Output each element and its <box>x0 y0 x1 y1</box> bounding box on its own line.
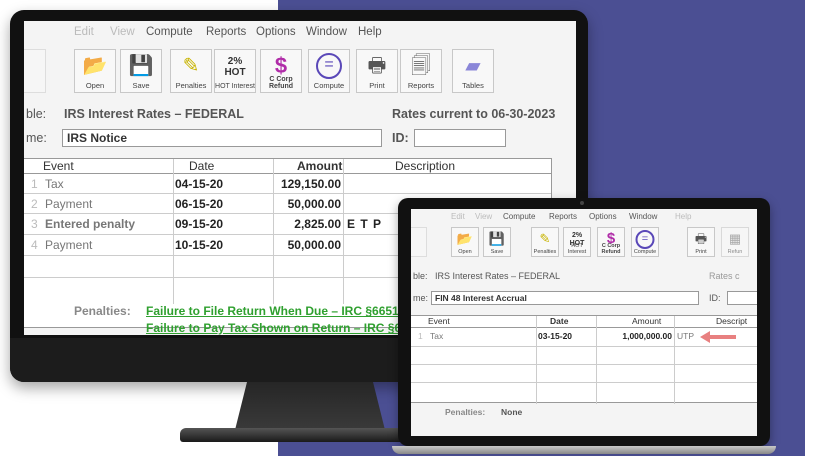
menu-edit[interactable]: Edit <box>451 212 465 221</box>
col-date[interactable]: Date <box>189 159 214 173</box>
menu-view[interactable]: View <box>110 26 135 38</box>
id-field[interactable] <box>414 129 506 147</box>
penalties-button[interactable]: ✎ Penalties <box>170 49 212 93</box>
col-event[interactable]: Event <box>428 316 450 326</box>
floppy-disk-icon: 💾 <box>128 55 154 77</box>
reports-button[interactable]: 🗐 Reports <box>400 49 442 93</box>
usa-map-icon: ▰ <box>465 55 481 77</box>
laptop-toolbar: 📂 Open 💾 Save ✎ Penalties 2% HOT HOT Inte… <box>411 227 757 259</box>
print-button[interactable]: 🖶 Print <box>687 227 715 257</box>
save-button[interactable]: 💾 Save <box>483 227 511 257</box>
equals-icon: = <box>635 230 655 249</box>
floppy-disk-icon: 💾 <box>488 231 506 246</box>
col-amount[interactable]: Amount <box>632 316 661 326</box>
webcam-icon <box>580 201 584 205</box>
arrow-left-icon <box>700 331 736 343</box>
tables-button[interactable]: ▰ Tables <box>452 49 494 93</box>
new-button[interactable] <box>411 227 427 257</box>
name-field[interactable]: IRS Notice <box>62 129 382 147</box>
open-button[interactable]: 📂 Open <box>451 227 479 257</box>
printer-icon: 🖶 <box>694 231 708 246</box>
penalties-label: Penalties: <box>74 304 131 318</box>
col-amount[interactable]: Amount <box>297 159 342 173</box>
equals-icon: = <box>316 53 342 79</box>
col-description[interactable]: Description <box>395 159 455 173</box>
id-label: ID: <box>392 131 409 145</box>
rates-current-text: Rates current to 06-30-2023 <box>392 107 556 121</box>
penalty-link-failure-to-file[interactable]: Failure to File Return When Due – IRC §6… <box>146 304 399 318</box>
monitor-stand <box>235 382 385 430</box>
save-button[interactable]: 💾 Save <box>120 49 162 93</box>
laptop: Edit View Compute Reports Options Window… <box>398 198 770 446</box>
menu-help[interactable]: Help <box>358 26 382 38</box>
table-value: IRS Interest Rates – FEDERAL <box>435 271 561 281</box>
menu-edit[interactable]: Edit <box>74 26 94 38</box>
menu-window[interactable]: Window <box>306 26 347 38</box>
folder-open-icon: 📂 <box>456 231 474 246</box>
events-grid[interactable]: Event Date Amount Descript 1 Tax 03-15-2… <box>411 315 757 404</box>
penalties-value: None <box>501 407 523 417</box>
col-event[interactable]: Event <box>43 159 74 173</box>
name-label: me: <box>26 131 47 145</box>
reports-icon: 🗐 <box>411 55 431 77</box>
menu-reports[interactable]: Reports <box>206 26 246 38</box>
menu-options[interactable]: Options <box>256 26 296 38</box>
penalty-link-failure-to-pay[interactable]: Failure to Pay Tax Shown on Return – IRC… <box>146 321 401 335</box>
penalty-scale-icon: ✎ <box>182 55 200 77</box>
c-corp-refund-button[interactable]: $ C Corp Refund <box>597 227 625 257</box>
desktop-toolbar: 📂 Open 💾 Save ✎ Penalties 2% HOT HOT Inte… <box>24 49 576 95</box>
compute-button[interactable]: = Compute <box>308 49 350 93</box>
desktop-menu-bar: Edit View Compute Reports Options Window… <box>24 21 576 43</box>
id-field[interactable] <box>727 291 757 305</box>
hot-interest-button[interactable]: 2% HOT HOT Interest <box>214 49 256 93</box>
printer-icon: 🖶 <box>367 55 387 77</box>
menu-compute[interactable]: Compute <box>503 212 535 221</box>
menu-options[interactable]: Options <box>589 212 617 221</box>
penalty-scale-icon: ✎ <box>539 231 551 246</box>
name-label: me: <box>413 293 429 303</box>
id-label: ID: <box>709 293 721 303</box>
table-value: IRS Interest Rates – FEDERAL <box>64 107 244 121</box>
folder-open-icon: 📂 <box>82 55 108 77</box>
menu-reports[interactable]: Reports <box>549 212 577 221</box>
refund-button[interactable]: ▦ Refun <box>721 227 749 257</box>
penalties-label: Penalties: <box>445 407 486 417</box>
new-button[interactable] <box>24 49 46 93</box>
print-button[interactable]: 🖶 Print <box>356 49 398 93</box>
col-description[interactable]: Descript <box>716 316 747 326</box>
laptop-base <box>392 446 776 454</box>
c-corp-refund-button[interactable]: $ C Corp Refund <box>260 49 302 93</box>
menu-view[interactable]: View <box>475 212 492 221</box>
compute-button[interactable]: = Compute <box>631 227 659 257</box>
menu-compute[interactable]: Compute <box>146 26 193 38</box>
hot-interest-button[interactable]: 2% HOT HOT Interest <box>563 227 591 257</box>
refund-icon: ▦ <box>728 231 742 246</box>
menu-window[interactable]: Window <box>629 212 657 221</box>
penalties-button[interactable]: ✎ Penalties <box>531 227 559 257</box>
name-field[interactable]: FIN 48 Interest Accrual <box>431 291 699 305</box>
laptop-screen: Edit View Compute Reports Options Window… <box>411 209 757 436</box>
percent-icon: 2% HOT <box>224 56 246 78</box>
menu-help[interactable]: Help <box>675 212 691 221</box>
rates-current-text: Rates c <box>709 271 740 281</box>
open-button[interactable]: 📂 Open <box>74 49 116 93</box>
background-edge <box>805 0 813 456</box>
table-label: ble: <box>413 271 428 281</box>
col-date[interactable]: Date <box>550 316 568 326</box>
table-label: ble: <box>26 107 47 121</box>
